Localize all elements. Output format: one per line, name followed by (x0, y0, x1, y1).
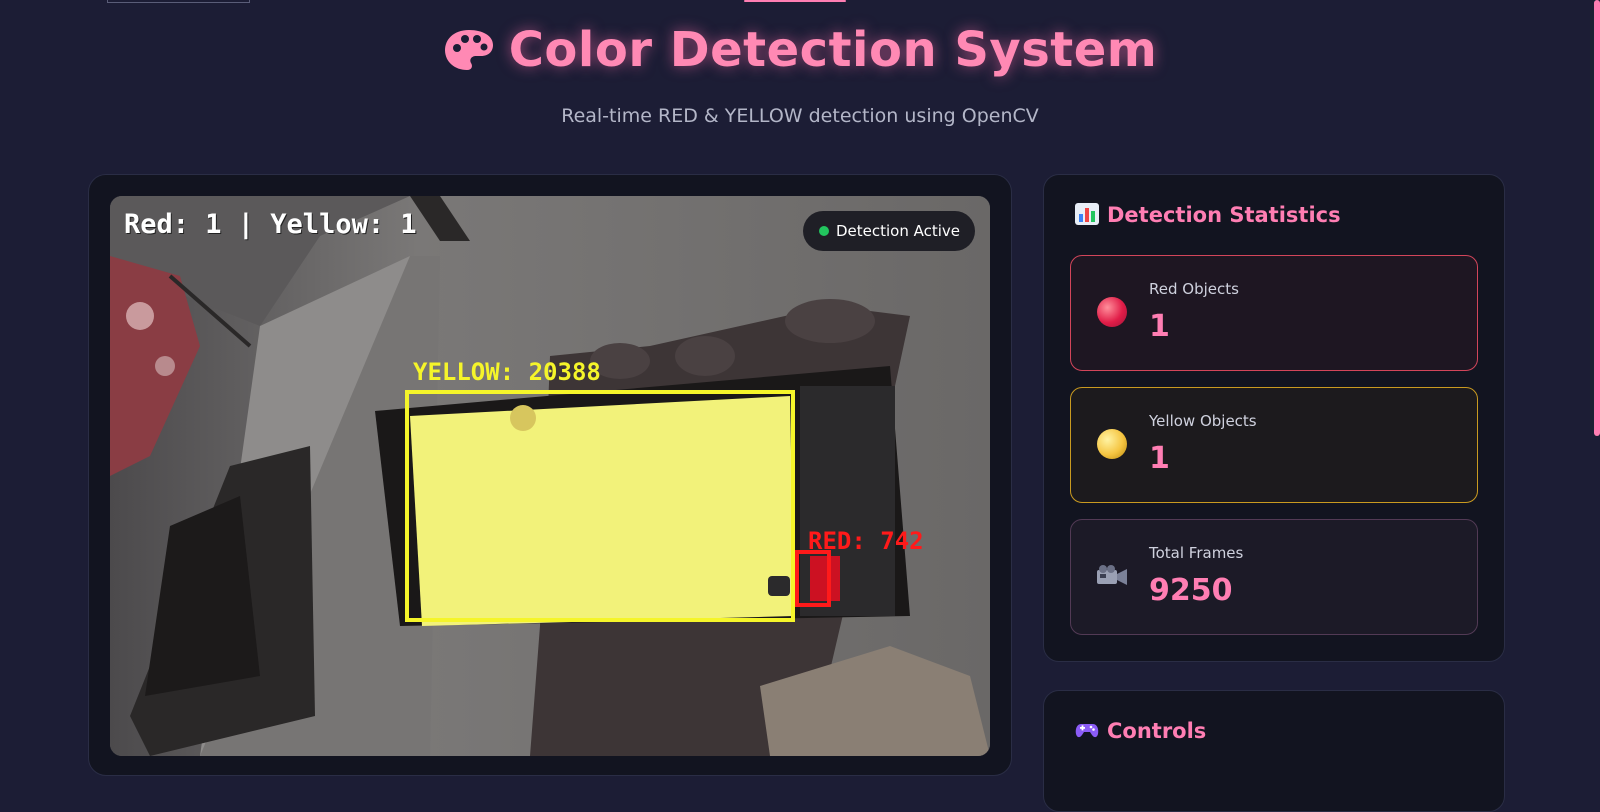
video-camera-icon (1095, 564, 1129, 588)
yellow-objects-label: Yellow Objects (1149, 412, 1257, 430)
yellow-objects-value: 1 (1149, 441, 1170, 476)
red-objects-value: 1 (1149, 309, 1170, 344)
red-objects-card: Red Objects 1 (1070, 255, 1478, 371)
statistics-heading: Detection Statistics (1075, 203, 1341, 227)
total-frames-label: Total Frames (1149, 544, 1244, 562)
scrollbar-thumb[interactable] (1594, 0, 1600, 436)
statistics-heading-text: Detection Statistics (1107, 203, 1341, 227)
detection-count-overlay: Red: 1 | Yellow: 1 (124, 209, 417, 240)
camera-feed (110, 196, 990, 756)
controls-heading-text: Controls (1107, 719, 1207, 743)
red-objects-label: Red Objects (1149, 280, 1239, 298)
top-accent-bar (744, 0, 846, 2)
total-frames-value: 9250 (1149, 573, 1233, 608)
yellow-circle-icon (1097, 429, 1127, 459)
gamepad-icon (1075, 719, 1099, 741)
page-subtitle: Real-time RED & YELLOW detection using O… (561, 105, 1039, 127)
camera-frame-image (110, 196, 990, 756)
red-circle-icon (1097, 297, 1127, 327)
total-frames-card: Total Frames 9250 (1070, 519, 1478, 635)
controls-heading: Controls (1075, 719, 1206, 743)
page-scrollbar[interactable] (1592, 0, 1600, 744)
detection-status-badge: Detection Active (803, 211, 975, 251)
yellow-detection-label: YELLOW: 20388 (413, 358, 601, 386)
top-nav-outline (107, 0, 250, 3)
controls-panel (1043, 690, 1505, 812)
yellow-objects-card: Yellow Objects 1 (1070, 387, 1478, 503)
bar-chart-icon (1075, 203, 1099, 225)
palette-icon (443, 28, 495, 72)
red-detection-label: RED: 742 (808, 527, 924, 555)
title-text: Color Detection System (508, 22, 1158, 78)
status-dot-icon (819, 226, 829, 236)
status-badge-text: Detection Active (836, 222, 961, 240)
page-title: Color Detection System (0, 22, 1600, 78)
